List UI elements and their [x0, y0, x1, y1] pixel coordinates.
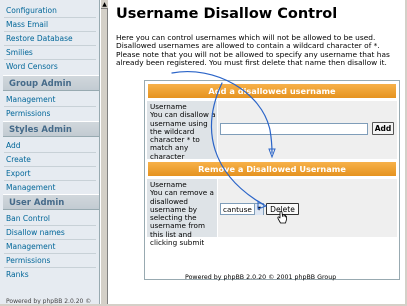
nav-link-styles-add[interactable]: Add	[6, 139, 96, 152]
nav-link-restore-database[interactable]: Restore Database	[6, 32, 96, 45]
nav-link-group-management[interactable]: Management	[6, 93, 96, 106]
nav-header-group-admin: Group Admin	[3, 75, 99, 91]
admin-nav-panel: Configuration Mass Email Restore Databas…	[0, 0, 100, 306]
nav-link-word-censors[interactable]: Word Censors	[6, 60, 96, 73]
add-username-label-desc: You can disallow a username using the wi…	[150, 110, 216, 161]
nav-link-styles-management[interactable]: Management	[6, 181, 96, 194]
nav-link-styles-export[interactable]: Export	[6, 167, 96, 180]
remove-username-label-desc: You can remove a disallowed username by …	[150, 188, 214, 248]
disallowed-username-select-value: cantuse	[223, 205, 252, 214]
nav-link-smilies[interactable]: Smilies	[6, 46, 96, 59]
disallowed-username-select[interactable]: cantuse ▼	[220, 203, 264, 215]
add-username-label: Username You can disallow a username usi…	[147, 101, 217, 161]
hand-cursor-icon	[277, 211, 287, 224]
chevron-down-icon[interactable]: ▼	[254, 204, 263, 215]
add-section-header: Add a disallowed username	[147, 83, 397, 99]
remove-section-header: Remove a Disallowed Username	[147, 161, 397, 177]
page-footer: Powered by phpBB 2.0.20 © 2001 phpBB Gro…	[185, 274, 337, 281]
nav-link-group-permissions[interactable]: Permissions	[6, 107, 96, 120]
nav-link-ranks[interactable]: Ranks	[6, 268, 96, 281]
nav-link-configuration[interactable]: Configuration	[6, 4, 96, 17]
add-button[interactable]: Add	[372, 122, 394, 135]
add-username-field-cell: Add	[218, 101, 397, 159]
nav-link-mass-email[interactable]: Mass Email	[6, 18, 96, 31]
nav-header-styles-admin: Styles Admin	[3, 121, 99, 137]
nav-link-user-management[interactable]: Management	[6, 240, 96, 253]
disallow-form-panel: Add a disallowed username Username You c…	[144, 80, 400, 280]
nav-link-ban-control[interactable]: Ban Control	[6, 212, 96, 225]
page-description: Here you can control usernames which wil…	[116, 33, 390, 68]
add-username-input[interactable]	[220, 123, 368, 135]
remove-username-label: Username You can remove a disallowed use…	[147, 179, 217, 247]
page-title: Username Disallow Control	[116, 6, 338, 22]
nav-link-user-permissions[interactable]: Permissions	[6, 254, 96, 267]
chevron-up-icon[interactable]: ▲	[101, 0, 108, 9]
frame-scrollbar[interactable]: ▲	[100, 0, 108, 306]
remove-username-field-cell: cantuse ▼ Delete	[218, 179, 397, 237]
nav-header-user-admin: User Admin	[3, 194, 99, 210]
nav-link-disallow-names[interactable]: Disallow names	[6, 226, 96, 239]
nav-link-styles-create[interactable]: Create	[6, 153, 96, 166]
